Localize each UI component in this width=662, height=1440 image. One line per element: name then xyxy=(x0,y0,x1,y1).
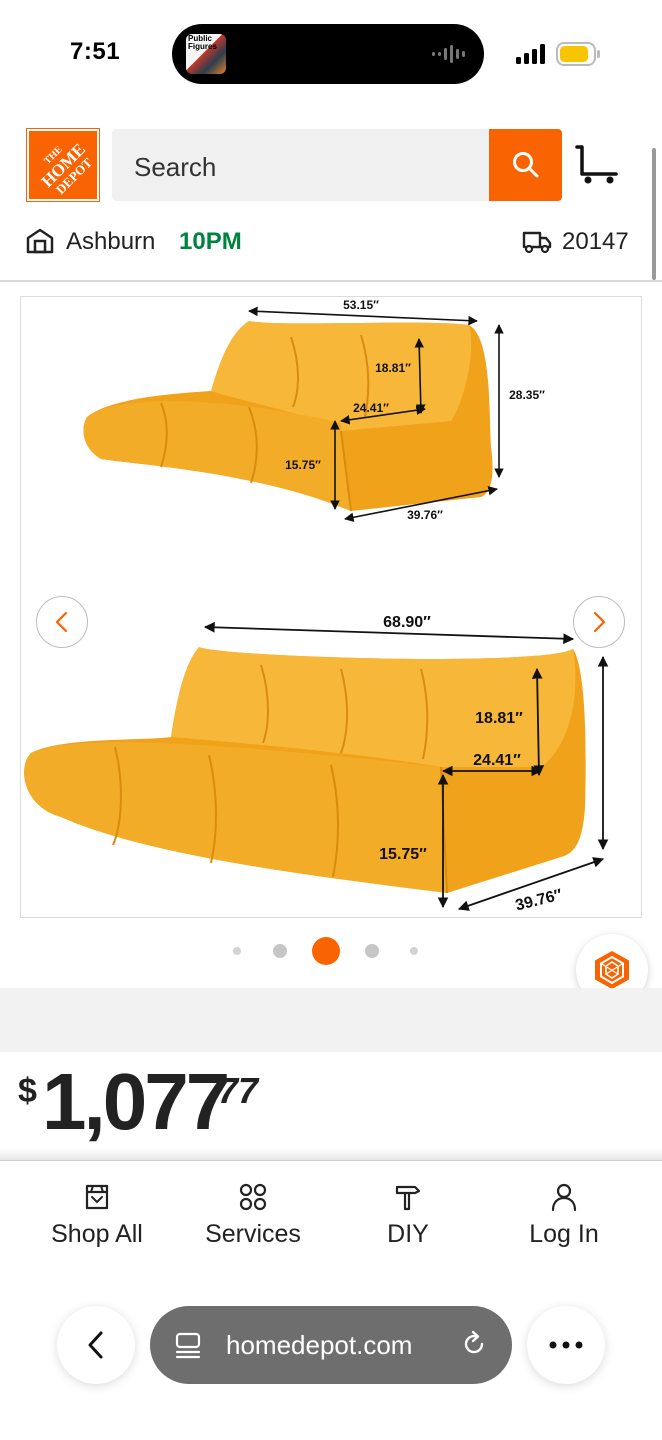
dim-large-depth: 39.76″ xyxy=(514,886,565,914)
store-icon xyxy=(26,228,54,254)
now-playing-title: Public Figures xyxy=(188,34,217,51)
gallery-dot[interactable] xyxy=(365,944,379,958)
delivery-truck-icon xyxy=(522,231,552,254)
nav-log-in-label: Log In xyxy=(529,1220,599,1248)
dim-small-seat-height: 15.75″ xyxy=(285,458,321,472)
store-name[interactable]: Ashburn xyxy=(66,228,155,256)
chevron-right-icon xyxy=(593,611,606,633)
page-menu-icon[interactable] xyxy=(174,1331,202,1359)
reload-icon[interactable] xyxy=(460,1330,488,1358)
sofa-large: 68.90″ 18.81″ 24.41″ 15.75″ 39.76″ xyxy=(24,614,609,915)
gallery-next-button[interactable] xyxy=(573,596,625,648)
search-icon xyxy=(512,152,538,178)
price-currency: $ xyxy=(18,1072,37,1110)
gallery-dot[interactable] xyxy=(233,947,241,955)
status-time: 7:51 xyxy=(70,38,121,65)
nav-diy-label: DIY xyxy=(387,1220,429,1248)
nav-services[interactable]: Services xyxy=(173,1182,333,1249)
gallery-dot[interactable] xyxy=(273,944,287,958)
dim-large-seat-depth: 24.41″ xyxy=(473,752,521,769)
cart-icon[interactable] xyxy=(574,144,620,186)
browser-more-button[interactable] xyxy=(527,1306,605,1384)
dim-large-width: 68.90″ xyxy=(383,614,431,631)
address-bar-url[interactable]: homedepot.com xyxy=(226,1330,412,1361)
cellular-signal-icon xyxy=(516,44,545,64)
browser-back-button[interactable] xyxy=(57,1306,135,1384)
home-depot-logo[interactable]: THE HOME DEPOT xyxy=(26,128,100,202)
chevron-left-icon xyxy=(88,1331,103,1359)
price-whole: 1,077 xyxy=(42,1057,230,1146)
gallery-dot[interactable] xyxy=(410,947,418,955)
nav-shop-all[interactable]: Shop All xyxy=(17,1182,177,1249)
nav-diy[interactable]: DIY xyxy=(328,1182,488,1249)
ellipsis-icon xyxy=(549,1341,583,1349)
sofa-dimensions-image: 53.15″ 18.81″ 24.41″ 28.35″ 15.75″ 39.76… xyxy=(24,298,609,915)
shop-all-icon xyxy=(85,1184,109,1210)
scrollbar[interactable] xyxy=(652,148,656,280)
section-separator xyxy=(0,988,662,1052)
user-icon xyxy=(551,1183,577,1212)
nav-log-in[interactable]: Log In xyxy=(484,1182,644,1249)
price-shadow xyxy=(0,1148,662,1160)
chevron-left-icon xyxy=(55,611,68,633)
nav-services-label: Services xyxy=(205,1220,301,1248)
delivery-zip[interactable]: 20147 xyxy=(562,228,629,256)
nav-shop-all-label: Shop All xyxy=(51,1220,143,1248)
gallery-dot-active[interactable] xyxy=(312,937,340,965)
gallery-prev-button[interactable] xyxy=(36,596,88,648)
dim-small-seat-depth: 24.41″ xyxy=(353,401,389,415)
now-playing-artwork[interactable]: Public Figures xyxy=(186,34,226,74)
header-divider xyxy=(0,280,662,282)
dim-small-back-height: 18.81″ xyxy=(375,361,411,375)
store-hours[interactable]: 10PM xyxy=(179,228,242,256)
search-placeholder[interactable]: Search xyxy=(134,152,216,183)
product-image-gallery[interactable]: 53.15″ 18.81″ 24.41″ 28.35″ 15.75″ 39.76… xyxy=(20,296,642,918)
dim-small-width: 53.15″ xyxy=(343,298,379,312)
sofa-small: 53.15″ 18.81″ 24.41″ 28.35″ 15.75″ 39.76… xyxy=(83,298,545,523)
dim-small-depth: 39.76″ xyxy=(407,508,443,522)
price-cents: 77 xyxy=(218,1070,259,1111)
services-grid-icon xyxy=(239,1183,267,1211)
dim-large-back-height: 18.81″ xyxy=(475,710,523,727)
dim-large-seat-height: 15.75″ xyxy=(379,846,427,863)
ar-hexagon-icon xyxy=(595,951,629,989)
dim-small-total-height: 28.35″ xyxy=(509,388,545,402)
hammer-icon xyxy=(395,1185,421,1211)
audio-wave-icon xyxy=(432,45,465,63)
search-button[interactable] xyxy=(489,129,562,201)
battery-icon xyxy=(556,42,600,66)
